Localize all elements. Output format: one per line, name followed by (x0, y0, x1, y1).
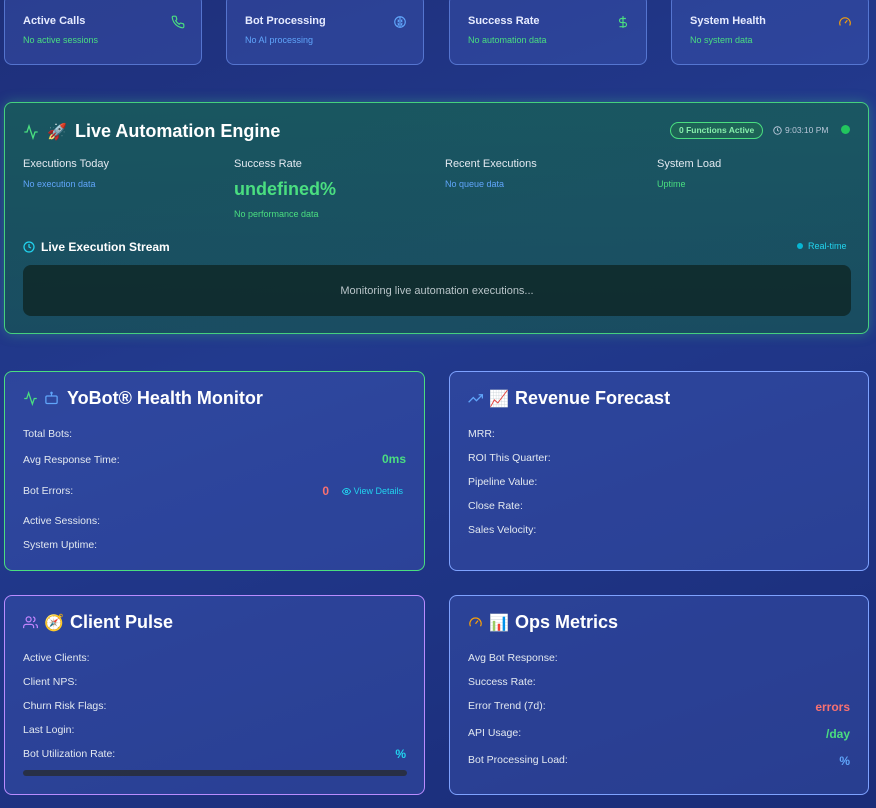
stat-card-active-calls[interactable]: Active Calls No active sessions (4, 0, 202, 65)
row-label: Active Sessions: (23, 515, 101, 527)
revenue-forecast-panel: 📈 Revenue Forecast MRR: ROI This Quarter… (449, 371, 869, 571)
clock-icon (773, 125, 782, 135)
compass-icon: 🧭 (44, 614, 64, 632)
health-title: YoBot® Health Monitor (23, 388, 263, 409)
health-title-text: YoBot® Health Monitor (67, 388, 263, 408)
row-label: MRR: (468, 428, 495, 440)
status-indicator (841, 125, 850, 134)
activity-icon (23, 391, 38, 406)
metric-label: Success Rate (234, 158, 302, 170)
dollar-icon (616, 15, 630, 29)
brain-icon (393, 15, 407, 29)
stat-card-success-rate[interactable]: Success Rate No automation data (449, 0, 647, 65)
stat-subtitle: No automation data (468, 35, 547, 45)
stream-title: Live Execution Stream (23, 240, 170, 254)
row-label: Bot Errors: (23, 485, 74, 497)
stat-card-bot-processing[interactable]: Bot Processing No AI processing (226, 0, 424, 65)
realtime-dot (797, 243, 803, 249)
bot-utilization-value: % (395, 747, 406, 761)
row-label: Last Login: (23, 724, 75, 736)
metric-label: System Load (657, 158, 722, 170)
clock-icon (23, 241, 35, 253)
functions-active-badge: 0 Functions Active (670, 122, 764, 139)
avg-response-value: 0ms (381, 452, 406, 466)
gauge-icon (838, 15, 852, 29)
stat-subtitle: No system data (690, 35, 753, 45)
realtime-indicator: Real-time (797, 241, 847, 251)
row-label: Success Rate: (468, 676, 536, 688)
row-label: System Uptime: (23, 539, 98, 551)
bot-icon (44, 391, 59, 406)
revenue-title: 📈 Revenue Forecast (468, 388, 670, 409)
client-title-text: Client Pulse (70, 612, 174, 632)
row-label: Total Bots: (23, 428, 73, 440)
stat-subtitle: No AI processing (245, 35, 314, 45)
api-usage-value: /day (825, 727, 850, 741)
row-label: Error Trend (7d): (468, 700, 546, 712)
row-label: Close Rate: (468, 500, 523, 512)
stat-title: Bot Processing (245, 15, 326, 27)
revenue-title-text: Revenue Forecast (515, 388, 671, 408)
metric-label: Executions Today (23, 158, 110, 170)
row-label: Bot Processing Load: (468, 754, 568, 766)
row-label: ROI This Quarter: (468, 452, 551, 464)
bar-chart-icon: 📊 (489, 614, 509, 632)
row-label: Sales Velocity: (468, 524, 537, 536)
health-monitor-panel: YoBot® Health Monitor Total Bots: Avg Re… (4, 371, 425, 571)
stat-title: System Health (690, 15, 766, 27)
view-details-label: View Details (353, 486, 403, 496)
error-trend-value: errors (815, 700, 850, 714)
row-label: Churn Risk Flags: (23, 700, 107, 712)
row-label: Pipeline Value: (468, 476, 538, 488)
metric-value: undefined% (234, 179, 336, 199)
realtime-label: Real-time (808, 241, 847, 251)
eye-icon (341, 487, 351, 496)
users-icon (23, 615, 38, 630)
bot-errors-value: 0 (322, 484, 329, 498)
stat-card-system-health[interactable]: System Health No system data (671, 0, 869, 65)
row-label: Avg Bot Response: (468, 652, 558, 664)
metric-sub: No queue data (445, 179, 505, 189)
activity-icon (23, 123, 39, 140)
engine-clock: 9:03:10 PM (773, 125, 828, 135)
rocket-icon: 🚀 (47, 123, 67, 141)
ops-title-text: Ops Metrics (515, 612, 619, 632)
metric-sub: Uptime (657, 179, 686, 189)
stat-title: Success Rate (468, 15, 540, 27)
metric-sub: No performance data (234, 209, 319, 219)
processing-load-value: % (839, 754, 850, 768)
trending-up-icon (468, 391, 483, 406)
view-details-link[interactable]: View Details (341, 486, 403, 496)
metric-sub: No execution data (23, 179, 96, 189)
chart-increasing-icon: 📈 (489, 390, 509, 408)
row-label: Avg Response Time: (23, 454, 120, 466)
ops-metrics-panel: 📊 Ops Metrics Avg Bot Response: Success … (449, 595, 869, 795)
engine-time: 9:03:10 PM (785, 125, 829, 135)
row-label: API Usage: (468, 727, 522, 739)
phone-icon (171, 15, 185, 29)
row-label: Client NPS: (23, 676, 78, 688)
execution-stream: Monitoring live automation executions... (23, 265, 851, 316)
row-label: Bot Utilization Rate: (23, 748, 116, 760)
row-label: Active Clients: (23, 652, 90, 664)
stream-title-text: Live Execution Stream (41, 240, 170, 254)
stream-message: Monitoring live automation executions... (340, 284, 534, 297)
automation-engine-panel: 🚀 Live Automation Engine 0 Functions Act… (4, 102, 869, 334)
client-pulse-panel: 🧭 Client Pulse Active Clients: Client NP… (4, 595, 425, 795)
stat-subtitle: No active sessions (23, 35, 99, 45)
engine-title: 🚀 Live Automation Engine (23, 121, 280, 142)
metric-label: Recent Executions (445, 158, 537, 170)
ops-title: 📊 Ops Metrics (468, 612, 618, 633)
stat-title: Active Calls (23, 15, 86, 27)
utilization-progress-track (23, 770, 407, 776)
engine-title-text: Live Automation Engine (75, 121, 281, 141)
gauge-icon (468, 615, 483, 630)
client-title: 🧭 Client Pulse (23, 612, 173, 633)
